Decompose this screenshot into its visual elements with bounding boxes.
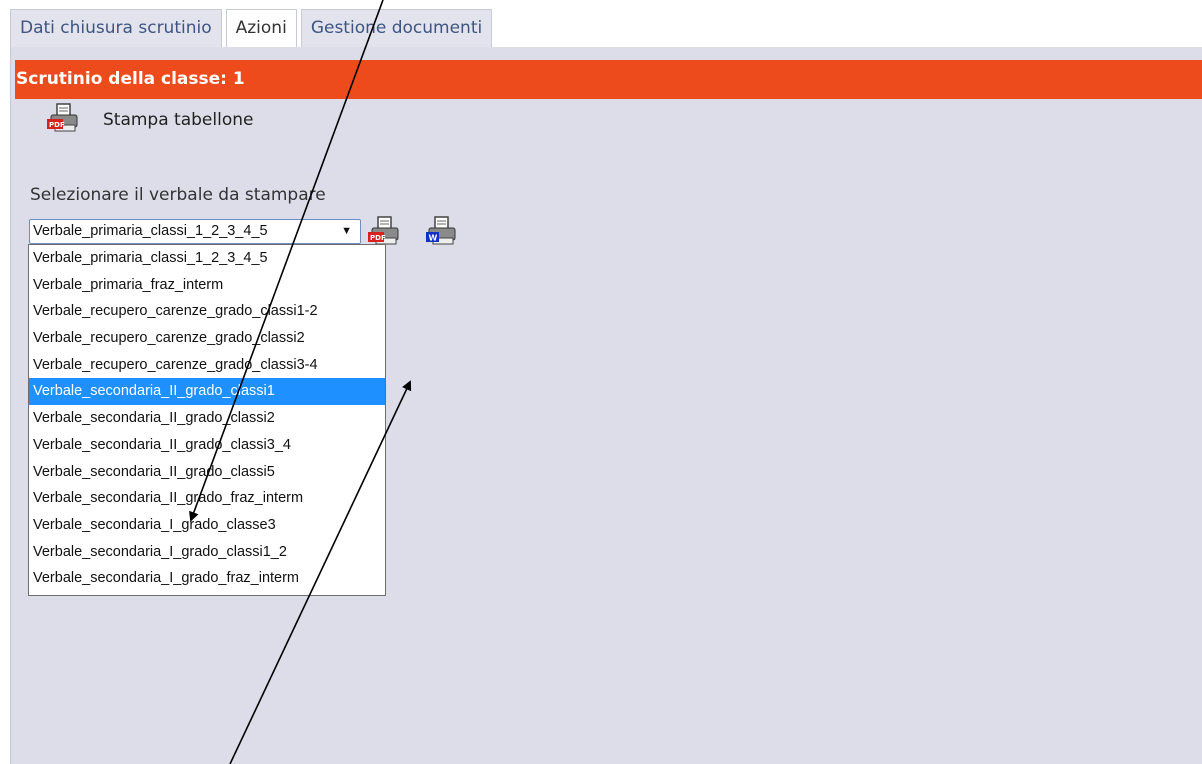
verbale-select[interactable]: Verbale_primaria_classi_1_2_3_4_5 ▼ — [29, 219, 361, 244]
tab-bar: Dati chiusura scrutinio Azioni Gestione … — [10, 9, 496, 49]
dropdown-option[interactable]: Verbale_secondaria_II_grado_fraz_interm — [29, 485, 385, 512]
dropdown-option[interactable]: Verbale_secondaria_I_grado_fraz_interm — [29, 565, 385, 592]
svg-text:PDF: PDF — [370, 234, 386, 242]
panel-title: Scrutinio della classe: 1 — [15, 60, 1202, 99]
tab-azioni[interactable]: Azioni — [225, 9, 297, 49]
tab-gestione-documenti[interactable]: Gestione documenti — [300, 9, 493, 48]
chevron-down-icon: ▼ — [341, 225, 352, 237]
print-word-icon[interactable]: W — [421, 215, 463, 251]
dropdown-option[interactable]: Verbale_secondaria_II_grado_classi3_4 — [29, 432, 385, 459]
dropdown-option-highlighted[interactable]: Verbale_secondaria_II_grado_classi1 — [29, 378, 385, 406]
pdf-print-icon[interactable]: PDF — [43, 103, 87, 137]
svg-text:W: W — [429, 234, 438, 243]
verbale-selected-value: Verbale_primaria_classi_1_2_3_4_5 — [33, 223, 268, 239]
stampa-tabellone-label: Stampa tabellone — [103, 110, 254, 130]
dropdown-option[interactable]: Verbale_primaria_fraz_interm — [29, 272, 385, 299]
dropdown-option[interactable]: Verbale_secondaria_I_grado_classi1_2 — [29, 539, 385, 566]
tab-dati-chiusura-scrutinio[interactable]: Dati chiusura scrutinio — [10, 9, 222, 48]
verbale-dropdown-list: Verbale_primaria_classi_1_2_3_4_5 Verbal… — [28, 244, 386, 596]
svg-text:PDF: PDF — [49, 121, 65, 129]
dropdown-option[interactable]: Verbale_recupero_carenze_grado_classi2 — [29, 325, 385, 352]
stampa-tabellone-link[interactable]: PDF Stampa tabellone — [43, 103, 253, 137]
verbale-select-label: Selezionare il verbale da stampare — [30, 185, 326, 205]
dropdown-option[interactable]: Verbale_recupero_carenze_grado_classi3-4 — [29, 352, 385, 379]
dropdown-option[interactable]: Verbale_secondaria_II_grado_classi2 — [29, 405, 385, 432]
dropdown-option[interactable]: Verbale_secondaria_I_grado_classe3 — [29, 512, 385, 539]
dropdown-option[interactable]: Verbale_secondaria_II_grado_classi5 — [29, 459, 385, 486]
dropdown-option[interactable]: Verbale_recupero_carenze_grado_classi1-2 — [29, 298, 385, 325]
dropdown-option[interactable]: Verbale_primaria_classi_1_2_3_4_5 — [29, 245, 385, 272]
